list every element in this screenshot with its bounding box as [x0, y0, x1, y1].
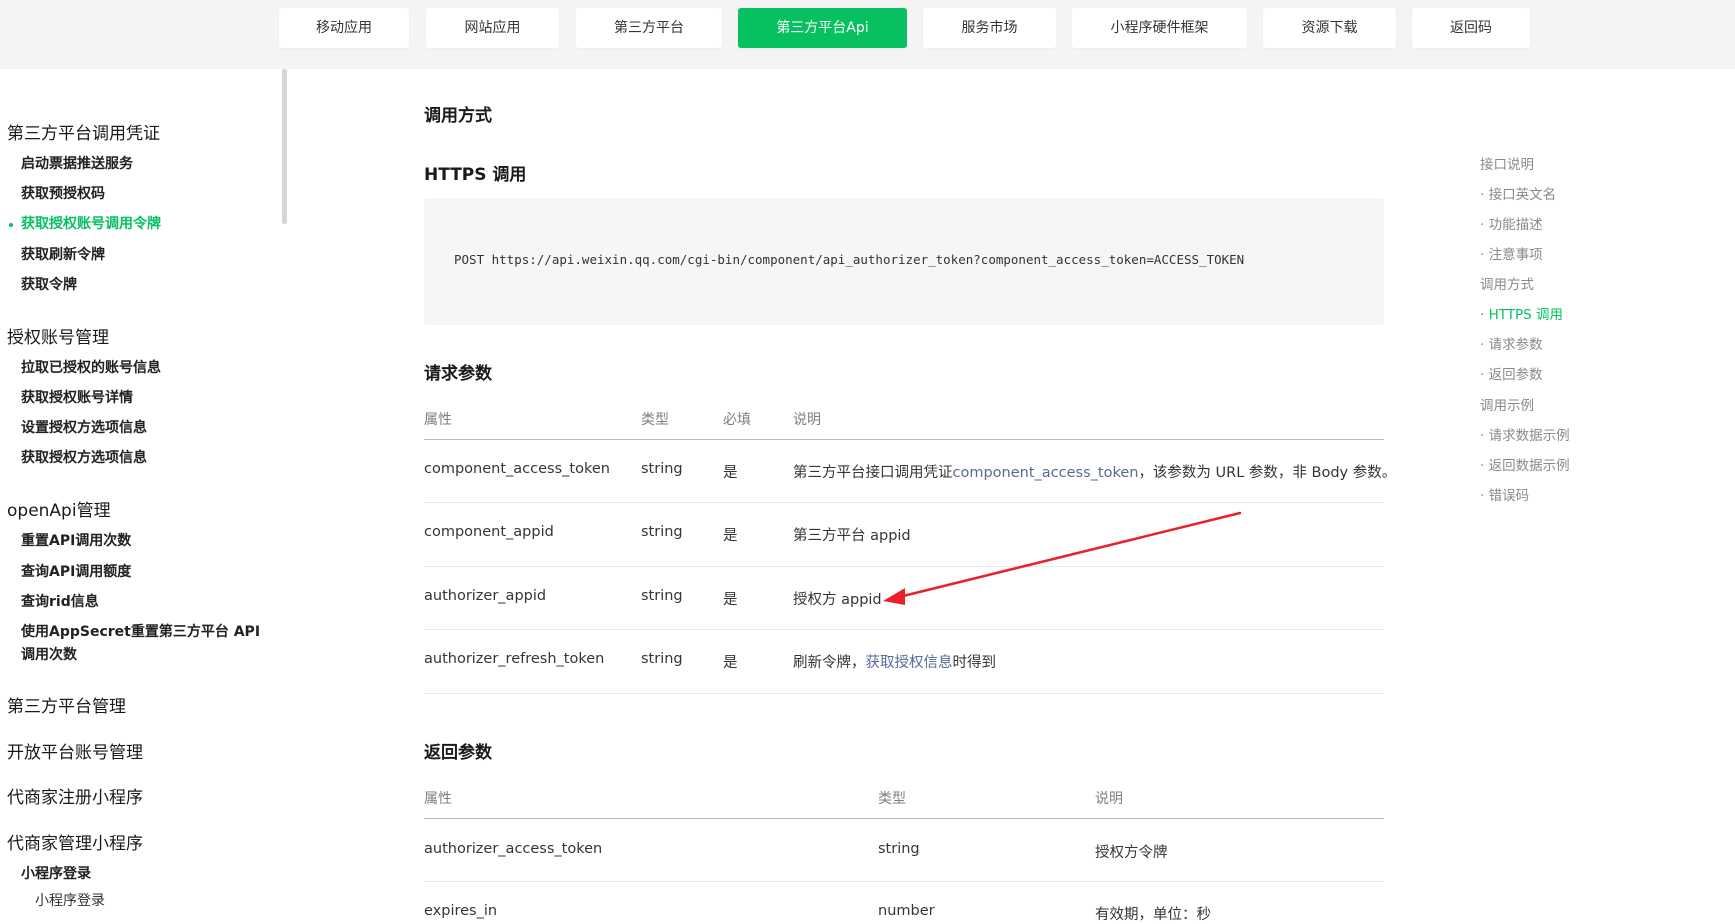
active-dot [9, 223, 13, 227]
table-cell-required: 是 [723, 592, 738, 608]
arrow-head [883, 588, 905, 605]
toc-item-interface-name[interactable]: · 接口英文名 [1480, 183, 1556, 203]
tab-miniprogram-hardware[interactable]: 小程序硬件框架 [1072, 8, 1247, 48]
sidebar-item-get-authorizer-token[interactable]: 获取授权账号调用令牌 [9, 213, 161, 235]
response-header-type: 类型 [878, 791, 906, 807]
table-cell-desc: 授权方 appid [793, 592, 882, 608]
table-cell-type: string [641, 461, 683, 477]
table-cell-desc: 有效期，单位：秒 [1095, 907, 1211, 923]
sidebar-group-register-miniprogram[interactable]: 代商家注册小程序 [7, 783, 143, 808]
sidebar-item-query-rid[interactable]: 查询rid信息 [21, 591, 99, 613]
table-cell-name: authorizer_appid [424, 588, 547, 604]
request-header-type: 类型 [641, 412, 669, 428]
sidebar-group-credentials[interactable]: 第三方平台调用凭证 [7, 119, 160, 144]
row-divider [424, 693, 1384, 694]
sidebar-group-platform-management[interactable]: 第三方平台管理 [7, 692, 126, 717]
toc-item-error-codes[interactable]: · 错误码 [1480, 484, 1529, 504]
toc-item-function-description[interactable]: · 功能描述 [1480, 213, 1543, 233]
desc-text: 第三方平台接口调用凭证 [793, 465, 953, 481]
sidebar-item-get-token[interactable]: 获取令牌 [21, 274, 77, 296]
table-header-divider [424, 818, 1384, 819]
request-header-required: 必填 [723, 412, 751, 428]
response-header-attr: 属性 [424, 791, 452, 807]
row-divider [424, 566, 1384, 567]
table-cell-desc: 授权方令牌 [1095, 845, 1168, 861]
sidebar-item-get-authorizer-option[interactable]: 获取授权方选项信息 [21, 447, 147, 469]
arrow-shaft [893, 511, 1242, 600]
component-access-token-link[interactable]: component_access_token [953, 465, 1139, 481]
sidebar-item-reset-with-appsecret-line2[interactable]: 调用次数 [21, 644, 77, 666]
toc-item-call-method[interactable]: 调用方式 [1480, 273, 1534, 293]
sidebar-item-reset-api-quota[interactable]: 重置API调用次数 [21, 530, 131, 552]
table-cell-desc: 刷新令牌，获取授权信息时得到 [793, 651, 996, 672]
sidebar-group-account-management[interactable]: 开放平台账号管理 [7, 738, 143, 763]
table-cell-required: 是 [723, 528, 738, 544]
sidebar-item-get-preauth-code[interactable]: 获取预授权码 [21, 183, 105, 205]
tab-third-party-api[interactable]: 第三方平台Api [738, 8, 907, 48]
sidebar-group-manage-miniprogram[interactable]: 代商家管理小程序 [7, 829, 143, 854]
desc-text: 时得到 [952, 655, 997, 671]
request-header-desc: 说明 [793, 412, 821, 428]
table-cell-type: string [641, 651, 683, 667]
tab-mobile-app[interactable]: 移动应用 [279, 8, 409, 48]
table-cell-name: component_appid [424, 524, 554, 540]
toc-item-notes[interactable]: · 注意事项 [1480, 243, 1543, 263]
table-cell-type: string [878, 841, 920, 857]
table-cell-required: 是 [723, 465, 738, 481]
top-navigation: 移动应用 网站应用 第三方平台 第三方平台Api 服务市场 小程序硬件框架 资源… [0, 0, 1735, 69]
tab-return-codes[interactable]: 返回码 [1412, 8, 1530, 48]
section-title-request-params: 请求参数 [424, 364, 492, 384]
sidebar-group-openapi[interactable]: openApi管理 [7, 496, 111, 521]
toc-item-request-example[interactable]: · 请求数据示例 [1480, 424, 1570, 444]
row-divider [424, 629, 1384, 630]
request-header-attr: 属性 [424, 412, 452, 428]
table-cell-type: string [641, 588, 683, 604]
section-title-response-params: 返回参数 [424, 743, 492, 763]
table-cell-type: string [641, 524, 683, 540]
toc-item-response-params[interactable]: · 返回参数 [1480, 363, 1543, 383]
response-header-desc: 说明 [1095, 791, 1123, 807]
table-cell-type: number [878, 903, 935, 919]
table-cell-name: authorizer_access_token [424, 841, 603, 857]
sidebar-item-reset-with-appsecret[interactable]: 使用AppSecret重置第三方平台 API [21, 621, 260, 643]
table-cell-name: expires_in [424, 903, 498, 919]
table-cell-desc: 第三方平台接口调用凭证component_access_token，该参数为 U… [793, 461, 1396, 482]
row-divider [424, 502, 1384, 503]
tab-third-party-platform[interactable]: 第三方平台 [576, 8, 722, 48]
table-cell-name: authorizer_refresh_token [424, 651, 605, 667]
section-title-call-method: 调用方式 [424, 106, 492, 126]
sidebar-item-get-authorizer-info[interactable]: 获取授权账号详情 [21, 387, 133, 409]
sidebar-item-query-api-quota[interactable]: 查询API调用额度 [21, 561, 131, 583]
sidebar-item-miniprogram-login[interactable]: 小程序登录 [21, 863, 91, 885]
tab-service-market[interactable]: 服务市场 [923, 8, 1056, 48]
https-code-text: POST https://api.weixin.qq.com/cgi-bin/c… [454, 252, 1245, 267]
row-divider [424, 881, 1384, 882]
toc-item-response-example[interactable]: · 返回数据示例 [1480, 454, 1570, 474]
sidebar-item-start-ticket-push[interactable]: 启动票据推送服务 [21, 153, 133, 175]
sidebar-item-get-refresh-token[interactable]: 获取刷新令牌 [21, 244, 105, 266]
section-title-https-call: HTTPS 调用 [424, 165, 527, 185]
table-cell-name: component_access_token [424, 461, 610, 477]
sidebar-scrollbar[interactable] [282, 69, 287, 224]
toc-item-call-example[interactable]: 调用示例 [1480, 394, 1534, 414]
sidebar-group-authorizer-management[interactable]: 授权账号管理 [7, 323, 109, 348]
table-cell-required: 是 [723, 655, 738, 671]
sidebar-item-label: 获取授权账号调用令牌 [21, 216, 161, 232]
code-block: POST https://api.weixin.qq.com/cgi-bin/c… [424, 198, 1384, 325]
desc-text: 刷新令牌， [793, 655, 866, 671]
toc-item-interface-description[interactable]: 接口说明 [1480, 153, 1534, 173]
tab-website-app[interactable]: 网站应用 [426, 8, 559, 48]
sidebar-subitem-miniprogram-login[interactable]: 小程序登录 [35, 890, 105, 910]
desc-text: ，该参数为 URL 参数，非 Body 参数。 [1138, 465, 1397, 481]
toc-item-request-params[interactable]: · 请求参数 [1480, 333, 1543, 353]
table-cell-desc: 第三方平台 appid [793, 528, 911, 544]
toc-item-https-call[interactable]: · HTTPS 调用 [1480, 303, 1563, 323]
get-authorization-info-link[interactable]: 获取授权信息 [866, 655, 953, 671]
sidebar-item-set-authorizer-option[interactable]: 设置授权方选项信息 [21, 417, 147, 439]
sidebar-item-pull-authorizer-list[interactable]: 拉取已授权的账号信息 [21, 357, 161, 379]
tab-resource-download[interactable]: 资源下载 [1263, 8, 1396, 48]
table-header-divider [424, 439, 1384, 440]
